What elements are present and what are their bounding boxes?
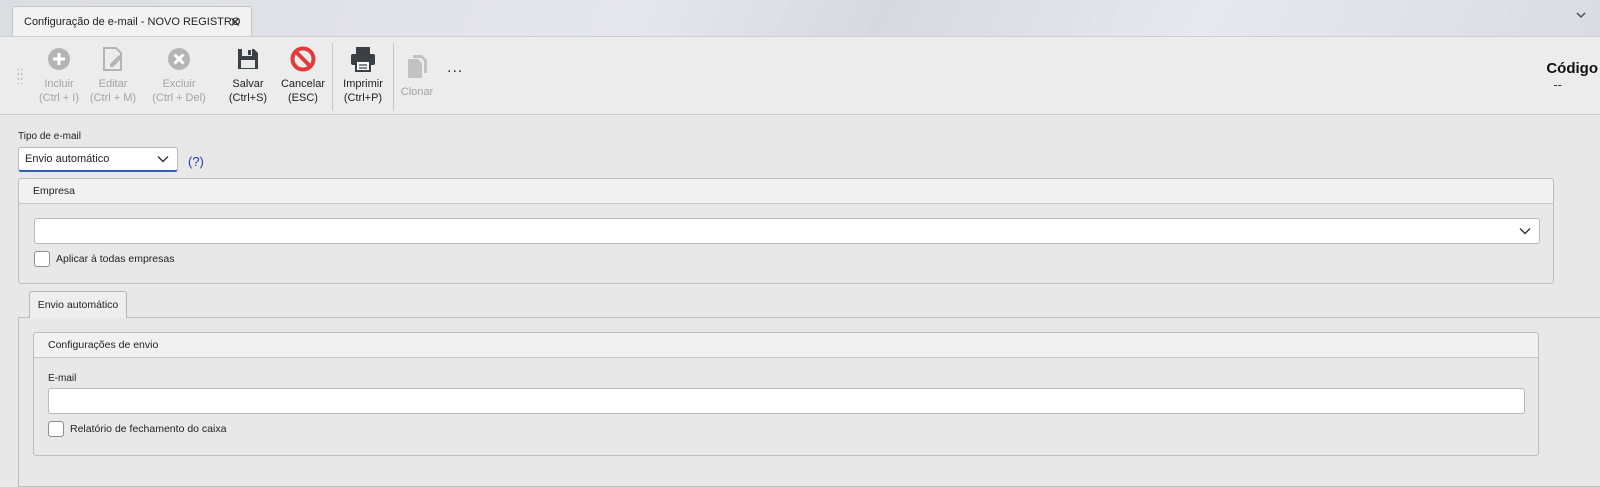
cancelar-button[interactable]: Cancelar (ESC) [276,45,330,111]
codigo-label: Código [1546,60,1598,77]
tab-list-chevron-icon[interactable] [1576,10,1586,22]
delete-circle-icon [165,45,193,73]
imprimir-shortcut: (Ctrl+P) [343,92,383,104]
close-tab-icon[interactable]: ✕ [229,14,241,31]
relatorio-checkbox[interactable] [48,421,64,437]
aplicar-todas-checkbox[interactable] [34,251,50,267]
clonar-label: Clonar [400,86,434,98]
chevron-down-icon [157,156,169,163]
config-envio-header: Configurações de envio [34,333,1538,358]
cancelar-label: Cancelar [280,78,326,90]
empresa-group: Empresa Aplicar à todas empresas [18,178,1554,284]
clonar-button[interactable]: Clonar [396,53,438,119]
cancel-prohibited-icon [289,45,317,73]
relatorio-label: Relatório de fechamento do caixa [70,423,227,435]
more-options-button[interactable]: ... [447,59,463,77]
imprimir-button[interactable]: Imprimir (Ctrl+P) [336,45,390,111]
email-label: E-mail [48,373,77,384]
salvar-shortcut: (Ctrl+S) [228,92,268,104]
excluir-label: Excluir [162,78,196,90]
clone-copy-icon [403,53,431,81]
document-tab-strip: Configuração de e-mail - NOVO REGISTRO ✕ [0,0,1600,37]
config-envio-group: Configurações de envio E-mail Relatório … [33,332,1539,456]
cancelar-shortcut: (ESC) [288,92,318,104]
form-area: Tipo de e-mail Envio automático (?) Empr… [0,116,1600,487]
aplicar-todas-label: Aplicar à todas empresas [56,253,175,265]
salvar-label: Salvar [232,78,264,90]
toolbar-grip-icon[interactable]: :::::: [17,67,24,86]
incluir-label: Incluir [44,78,74,90]
document-tab-title: Configuração de e-mail - NOVO REGISTRO [24,16,241,28]
printer-icon [349,45,377,73]
empresa-select[interactable] [34,218,1540,244]
excluir-shortcut: (Ctrl + Del) [152,92,206,104]
email-field[interactable] [48,388,1525,414]
incluir-button[interactable]: Incluir (Ctrl + I) [33,45,85,111]
add-circle-icon [45,45,73,73]
empresa-group-header: Empresa [19,179,1553,204]
editar-shortcut: (Ctrl + M) [89,92,137,104]
chevron-down-icon [1519,228,1531,235]
save-floppy-icon [234,45,262,73]
document-tab[interactable]: Configuração de e-mail - NOVO REGISTRO ✕ [12,6,252,37]
codigo-value: -- [1553,77,1562,92]
tipo-email-label: Tipo de e-mail [18,131,81,142]
incluir-shortcut: (Ctrl + I) [38,92,80,104]
tipo-email-select[interactable]: Envio automático [18,147,178,172]
toolbar-separator [393,43,394,111]
editar-button[interactable]: Editar (Ctrl + M) [87,45,139,111]
tab-envio-automatico-label: Envio automático [37,299,119,311]
tab-panel-envio-automatico: Configurações de envio E-mail Relatório … [18,317,1600,487]
imprimir-label: Imprimir [343,78,383,90]
toolbar: :::::: Incluir (Ctrl + I) Editar (Ctrl +… [0,36,1600,115]
excluir-button[interactable]: Excluir (Ctrl + Del) [149,45,209,111]
edit-document-icon [99,45,127,73]
salvar-button[interactable]: Salvar (Ctrl+S) [222,45,274,111]
editar-label: Editar [98,78,128,90]
help-link[interactable]: (?) [188,154,204,169]
toolbar-separator [332,43,333,111]
tipo-email-value: Envio automático [25,153,110,165]
tab-envio-automatico[interactable]: Envio automático [29,291,127,318]
